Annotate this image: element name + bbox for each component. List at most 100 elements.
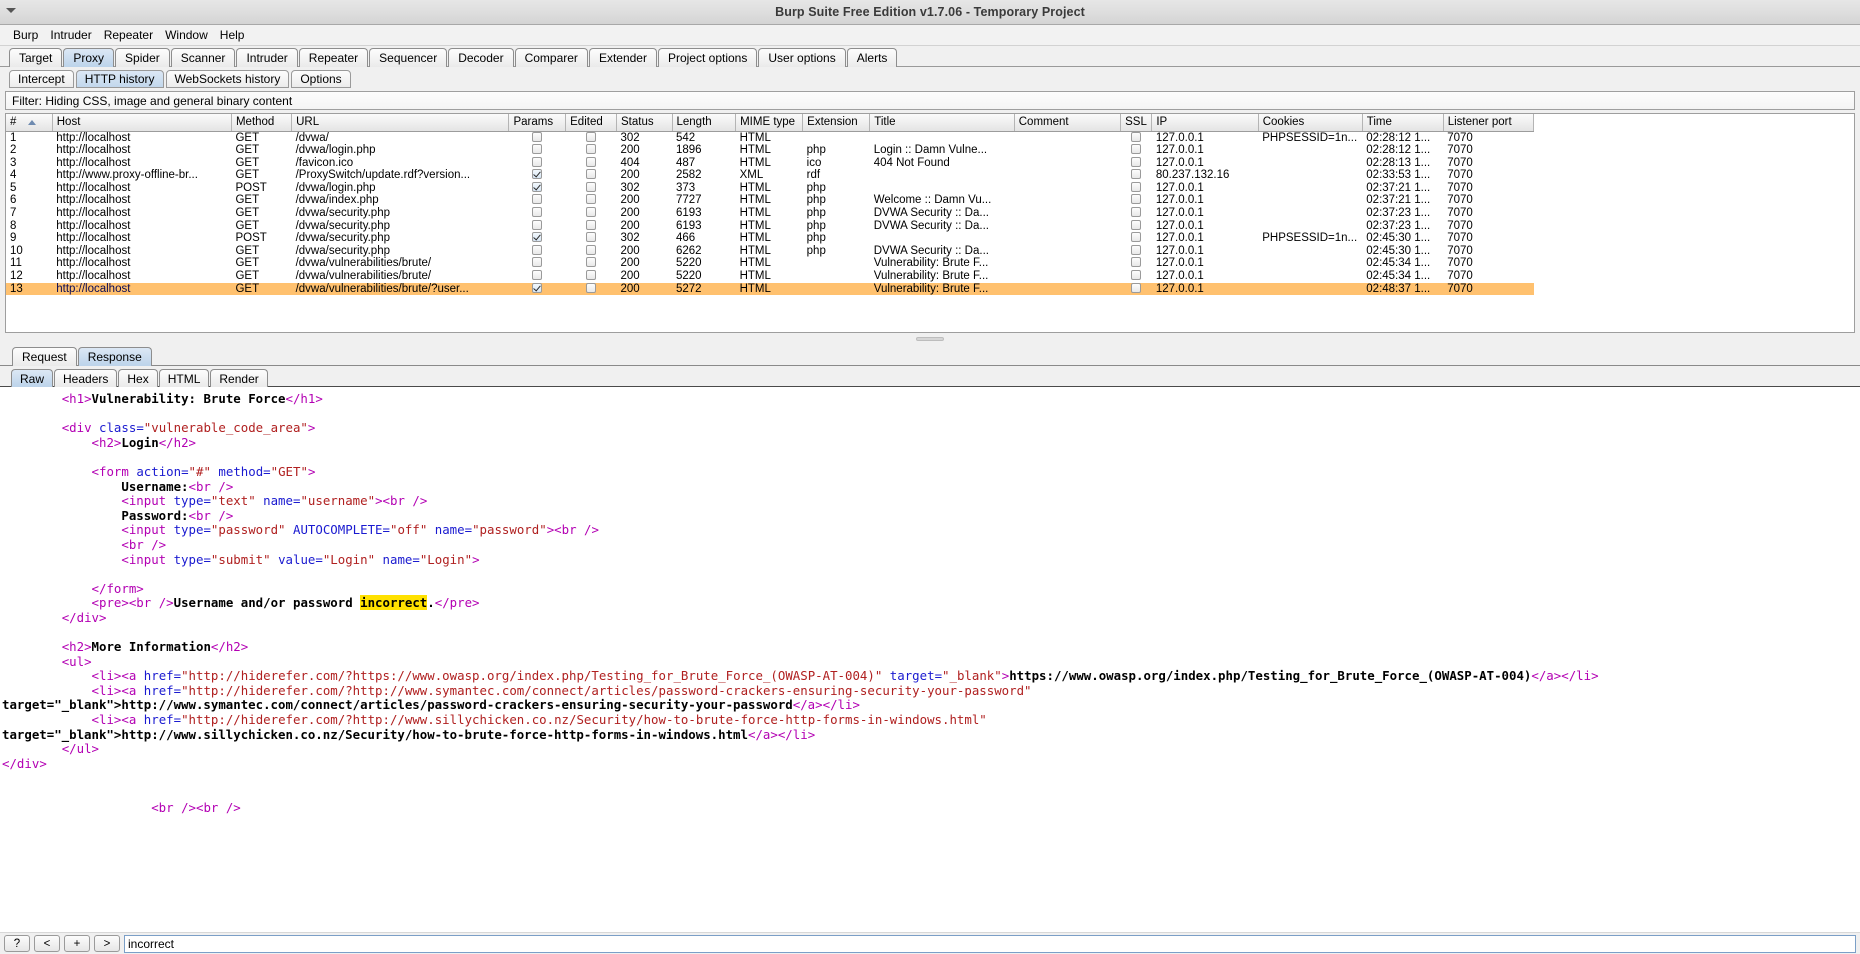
col-header-edited[interactable]: Edited (566, 114, 617, 131)
col-header-host[interactable]: Host (52, 114, 231, 131)
menu-item-help[interactable]: Help (214, 27, 251, 44)
tab-decoder[interactable]: Decoder (448, 48, 513, 67)
row-cell-comment (1014, 182, 1120, 195)
checkbox-unchecked-icon (532, 157, 542, 167)
tab-render[interactable]: Render (210, 369, 267, 387)
subtab-http-history[interactable]: HTTP history (76, 70, 164, 88)
table-row[interactable]: 2http://localhostGET/dvwa/login.php20018… (6, 144, 1534, 157)
tab-spider[interactable]: Spider (115, 48, 170, 67)
col-header-ip[interactable]: IP (1152, 114, 1258, 131)
row-cell-time: 02:37:21 1... (1362, 194, 1443, 207)
col-header-url[interactable]: URL (292, 114, 509, 131)
col-header-comment[interactable]: Comment (1014, 114, 1120, 131)
col-header-method[interactable]: Method (231, 114, 291, 131)
tab-request[interactable]: Request (12, 347, 77, 366)
window-menu-arrow-icon[interactable] (6, 8, 16, 13)
panel-splitter[interactable] (0, 333, 1860, 345)
menu-item-repeater[interactable]: Repeater (98, 27, 159, 44)
row-cell-cookies (1258, 207, 1362, 220)
splitter-grip[interactable] (916, 337, 944, 341)
col-header-cookies[interactable]: Cookies (1258, 114, 1362, 131)
tab-headers[interactable]: Headers (54, 369, 117, 387)
col-header-status[interactable]: Status (617, 114, 673, 131)
http-history-table-container[interactable]: # Host Method URL Params Edited Status L… (5, 113, 1855, 333)
search-add-button[interactable]: + (64, 935, 90, 952)
row-cell-url: /dvwa/ (292, 131, 509, 144)
table-row[interactable]: 6http://localhostGET/dvwa/index.php20077… (6, 194, 1534, 207)
menu-item-intruder[interactable]: Intruder (44, 27, 97, 44)
row-cell-host: http://localhost (52, 270, 231, 283)
checkbox-unchecked-icon (532, 257, 542, 267)
menu-item-window[interactable]: Window (159, 27, 214, 44)
tab-repeater[interactable]: Repeater (299, 48, 368, 67)
search-previous-button[interactable]: < (34, 935, 60, 952)
col-header-num[interactable]: # (6, 114, 52, 131)
subtab-websockets-history[interactable]: WebSockets history (166, 70, 290, 88)
row-cell-comment (1014, 194, 1120, 207)
tab-extender[interactable]: Extender (589, 48, 657, 67)
row-cell-status: 200 (617, 169, 673, 182)
subtab-options[interactable]: Options (291, 70, 350, 88)
checkbox-unchecked-icon (1131, 232, 1141, 242)
search-input[interactable] (124, 935, 1856, 953)
table-row[interactable]: 8http://localhostGET/dvwa/security.php20… (6, 220, 1534, 233)
tab-project-options[interactable]: Project options (658, 48, 757, 67)
col-header-time[interactable]: Time (1362, 114, 1443, 131)
checkbox-unchecked-icon (586, 283, 596, 293)
table-row[interactable]: 7http://localhostGET/dvwa/security.php20… (6, 207, 1534, 220)
tab-raw[interactable]: Raw (11, 369, 53, 387)
table-row[interactable]: 12http://localhostGET/dvwa/vulnerabiliti… (6, 270, 1534, 283)
row-cell-edited (566, 232, 617, 245)
row-cell-length: 6262 (672, 245, 736, 258)
row-cell-method: GET (231, 131, 291, 144)
checkbox-checked-icon (532, 232, 542, 242)
row-cell-listener-port: 7070 (1443, 232, 1533, 245)
col-header-ssl[interactable]: SSL (1121, 114, 1152, 131)
table-row[interactable]: 3http://localhostGET/favicon.ico404487HT… (6, 157, 1534, 170)
row-cell-cookies (1258, 283, 1362, 296)
subtab-intercept[interactable]: Intercept (9, 70, 74, 88)
col-header-length[interactable]: Length (672, 114, 736, 131)
row-cell-method: GET (231, 157, 291, 170)
tab-html[interactable]: HTML (159, 369, 210, 387)
table-row[interactable]: 10http://localhostGET/dvwa/security.php2… (6, 245, 1534, 258)
search-help-button[interactable]: ? (4, 935, 30, 952)
col-header-title[interactable]: Title (870, 114, 1015, 131)
col-header-extension[interactable]: Extension (803, 114, 870, 131)
tab-response[interactable]: Response (78, 347, 152, 366)
row-cell-host: http://localhost (52, 245, 231, 258)
tab-hex[interactable]: Hex (118, 369, 157, 387)
table-row[interactable]: 11http://localhostGET/dvwa/vulnerabiliti… (6, 257, 1534, 270)
response-body-viewer[interactable]: <h1>Vulnerability: Brute Force</h1> <div… (0, 387, 1860, 932)
col-header-params[interactable]: Params (509, 114, 566, 131)
tab-alerts[interactable]: Alerts (847, 48, 898, 67)
row-cell-time: 02:45:30 1... (1362, 245, 1443, 258)
table-row[interactable]: 13http://localhostGET/dvwa/vulnerabiliti… (6, 283, 1534, 296)
tab-user-options[interactable]: User options (758, 48, 845, 67)
row-cell-extension: ico (803, 157, 870, 170)
row-cell-method: GET (231, 245, 291, 258)
checkbox-unchecked-icon (586, 245, 596, 255)
col-header-mime-type[interactable]: MIME type (736, 114, 803, 131)
row-cell-time: 02:28:13 1... (1362, 157, 1443, 170)
row-cell-length: 466 (672, 232, 736, 245)
tab-sequencer[interactable]: Sequencer (369, 48, 447, 67)
row-cell-method: POST (231, 182, 291, 195)
tab-scanner[interactable]: Scanner (171, 48, 236, 67)
table-row[interactable]: 5http://localhostPOST/dvwa/login.php3023… (6, 182, 1534, 195)
col-header-listener-port[interactable]: Listener port (1443, 114, 1533, 131)
table-row[interactable]: 1http://localhostGET/dvwa/302542HTML127.… (6, 131, 1534, 144)
table-row[interactable]: 4http://www.proxy-offline-br...GET/Proxy… (6, 169, 1534, 182)
filter-bar[interactable]: Filter: Hiding CSS, image and general bi… (5, 91, 1855, 110)
row-cell-ip: 127.0.0.1 (1152, 257, 1258, 270)
table-row[interactable]: 9http://localhostPOST/dvwa/security.php3… (6, 232, 1534, 245)
row-cell-ip: 127.0.0.1 (1152, 207, 1258, 220)
search-next-button[interactable]: > (94, 935, 120, 952)
tab-intruder[interactable]: Intruder (236, 48, 297, 67)
tab-proxy[interactable]: Proxy (63, 48, 114, 67)
tab-target[interactable]: Target (9, 48, 62, 67)
row-cell-params (509, 169, 566, 182)
menu-item-burp[interactable]: Burp (7, 27, 44, 44)
row-cell-ssl (1121, 220, 1152, 233)
tab-comparer[interactable]: Comparer (515, 48, 588, 67)
